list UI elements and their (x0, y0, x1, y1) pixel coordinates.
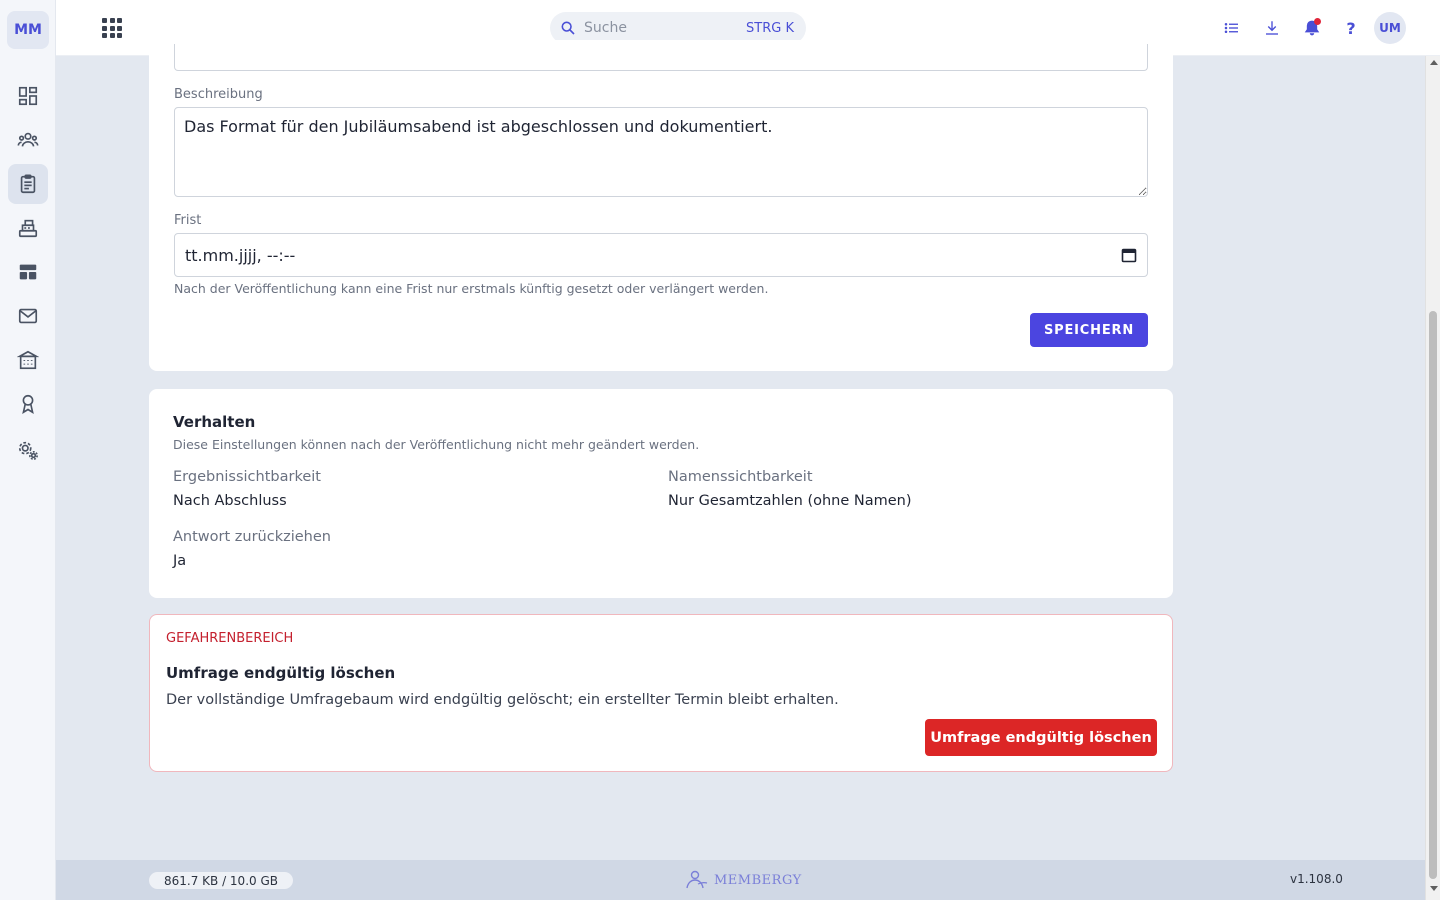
settings-icon[interactable] (8, 430, 48, 470)
danger-zone-label: GEFAHRENBEREICH (166, 631, 294, 646)
surveys-icon[interactable] (8, 164, 48, 204)
deadline-input[interactable]: tt.mm.jjjj, --:-- (174, 233, 1148, 277)
description-textarea[interactable]: Das Format für den Jubiläumsabend ist ab… (174, 107, 1148, 197)
deadline-label: Frist (174, 213, 202, 228)
cash-register-icon[interactable] (8, 208, 48, 248)
membergy-logo-icon (686, 870, 708, 889)
members-icon[interactable] (8, 120, 48, 160)
mail-icon[interactable] (8, 296, 48, 336)
dashboard-icon[interactable] (8, 76, 48, 116)
deadline-value: tt.mm.jjjj, --:-- (185, 245, 296, 265)
brand-logo: MEMBERGY (684, 870, 802, 890)
description-label: Beschreibung (174, 87, 263, 102)
save-button[interactable]: SPEICHERN (1030, 313, 1148, 347)
organization-icon[interactable] (8, 340, 48, 380)
help-icon[interactable]: ? (1339, 16, 1363, 40)
layout-icon[interactable] (8, 252, 48, 292)
search-icon (561, 21, 575, 35)
search-input[interactable] (584, 20, 734, 36)
behavior-subtitle: Diese Einstellungen können nach der Verö… (173, 437, 700, 452)
footer: 861.7 KB / 10.0 GB MEMBERGY v1.108.0 (56, 860, 1425, 900)
title-input[interactable] (174, 44, 1148, 71)
notification-dot (1314, 18, 1321, 25)
name-visibility-label: Namenssichtbarkeit (668, 469, 813, 485)
danger-zone-card: GEFAHRENBEREICH Umfrage endgültig lösche… (149, 614, 1173, 772)
result-visibility-value: Nach Abschluss (173, 493, 287, 509)
name-visibility-value: Nur Gesamtzahlen (ohne Namen) (668, 493, 912, 509)
deadline-hint: Nach der Veröffentlichung kann eine Fris… (174, 281, 769, 296)
scroll-thumb[interactable] (1429, 311, 1437, 879)
page-scrollbar[interactable] (1425, 56, 1440, 900)
app-version: v1.108.0 (1290, 872, 1343, 886)
withdraw-label: Antwort zurückziehen (173, 529, 331, 545)
storage-usage: 861.7 KB / 10.0 GB (149, 872, 293, 889)
calendar-icon[interactable] (1121, 247, 1137, 263)
delete-survey-button[interactable]: Umfrage endgültig löschen (925, 719, 1157, 756)
app-logo[interactable]: MM (7, 11, 49, 49)
danger-zone-text: Der vollständige Umfragebaum wird endgül… (166, 692, 839, 708)
search-shortcut: STRG K (746, 20, 794, 36)
scroll-up-arrow[interactable] (1430, 60, 1438, 65)
notification-bell-icon[interactable] (1300, 16, 1324, 40)
behavior-title: Verhalten (173, 413, 256, 431)
sidebar: MM (0, 0, 56, 900)
behavior-card: Verhalten Diese Einstellungen können nac… (149, 389, 1173, 598)
brand-name: MEMBERGY (714, 872, 802, 888)
avatar[interactable]: UM (1374, 12, 1406, 44)
apps-grid-icon[interactable] (102, 18, 122, 38)
danger-zone-title: Umfrage endgültig löschen (166, 664, 396, 682)
list-icon[interactable] (1220, 16, 1244, 40)
scroll-down-arrow[interactable] (1430, 886, 1438, 891)
award-icon[interactable] (8, 384, 48, 424)
survey-form-card (149, 40, 1173, 371)
withdraw-value: Ja (173, 553, 187, 569)
result-visibility-label: Ergebnissichtbarkeit (173, 469, 321, 485)
download-icon[interactable] (1260, 16, 1284, 40)
